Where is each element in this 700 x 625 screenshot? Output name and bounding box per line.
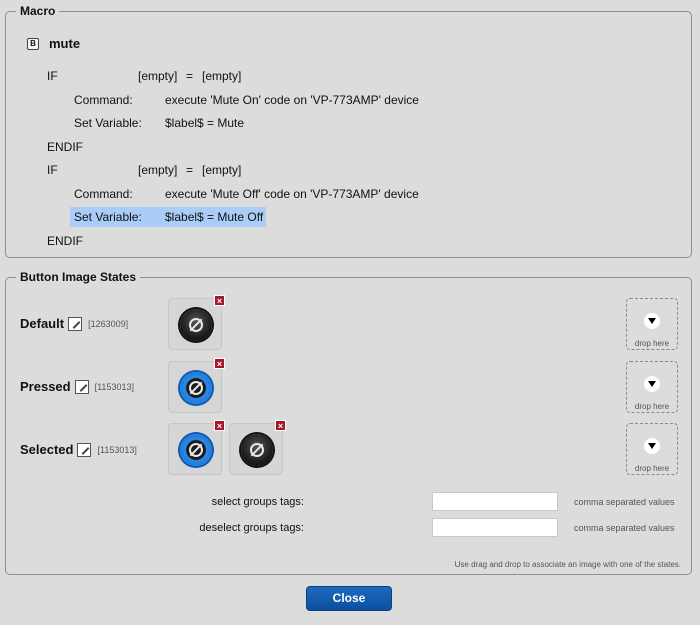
if-operand-right: [empty]	[202, 163, 242, 177]
state-default-image[interactable]: ×	[168, 295, 225, 350]
state-name: Default	[20, 316, 65, 331]
drop-zone-label: drop here	[634, 402, 670, 411]
if-operator: =	[186, 163, 194, 177]
state-image-id: [1153013]	[94, 381, 134, 392]
state-selected-image-2[interactable]: ×	[229, 420, 286, 475]
set-variable-keyword: Set Variable:	[74, 116, 142, 130]
select-groups-tags-input[interactable]	[432, 492, 558, 511]
chevron-down-icon	[644, 376, 660, 392]
macro-line-command-2[interactable]: Command: execute 'Mute Off' code on 'VP-…	[74, 186, 419, 202]
macro-line-endif-1[interactable]: ENDIF	[47, 139, 83, 155]
mute-button-image	[180, 309, 212, 341]
select-groups-tags-label: select groups tags:	[211, 495, 304, 508]
macro-line-if-2[interactable]: IF [empty] = [empty]	[47, 162, 241, 178]
state-name: Selected	[20, 442, 74, 457]
macro-line-set-variable-2-selected[interactable]: Set Variable: $label$ = Mute Off	[70, 207, 266, 227]
macro-line-endif-2[interactable]: ENDIF	[47, 233, 83, 249]
macro-line-if-1[interactable]: IF [empty] = [empty]	[47, 68, 241, 84]
macro-header: B mute	[27, 36, 80, 51]
state-pressed-drop-zone[interactable]: drop here	[626, 361, 678, 413]
mute-button-image	[180, 434, 212, 466]
set-variable-keyword: Set Variable:	[74, 210, 142, 224]
remove-image-icon[interactable]: ×	[214, 358, 225, 369]
remove-image-icon[interactable]: ×	[275, 420, 286, 431]
if-keyword: IF	[47, 163, 58, 177]
command-text: execute 'Mute Off' code on 'VP-773AMP' d…	[165, 187, 419, 201]
endif-keyword: ENDIF	[47, 234, 83, 248]
if-keyword: IF	[47, 69, 58, 83]
if-operand-right: [empty]	[202, 69, 242, 83]
state-default-label: Default [1263009]	[20, 316, 128, 331]
select-groups-tags-row: select groups tags: comma separated valu…	[178, 492, 675, 511]
if-operand-left: [empty]	[138, 163, 178, 177]
close-button[interactable]: Close	[306, 586, 392, 611]
if-operator: =	[186, 69, 194, 83]
chevron-down-icon	[644, 313, 660, 329]
state-image-id: [1263009]	[88, 318, 129, 329]
state-selected-drop-zone[interactable]: drop here	[626, 423, 678, 475]
macro-line-command-1[interactable]: Command: execute 'Mute On' code on 'VP-7…	[74, 92, 419, 108]
macro-panel: Macro B mute IF [empty] = [empty] Comman…	[5, 4, 692, 258]
states-legend: Button Image States	[16, 270, 141, 285]
command-keyword: Command:	[74, 187, 133, 201]
if-operand-left: [empty]	[138, 69, 178, 83]
macro-line-set-variable-1[interactable]: Set Variable: $label$ = Mute	[74, 115, 244, 131]
state-selected-label: Selected [1153013]	[20, 442, 137, 457]
mute-button-image	[241, 434, 273, 466]
deselect-groups-tags-input[interactable]	[432, 518, 558, 537]
drop-zone-label: drop here	[634, 339, 670, 348]
state-image-id: [1153013]	[97, 444, 137, 455]
select-tags-hint: comma separated values	[574, 496, 675, 507]
drop-zone-label: drop here	[634, 464, 670, 473]
deselect-tags-hint: comma separated values	[574, 522, 675, 533]
set-variable-text: $label$ = Mute	[165, 116, 245, 130]
remove-image-icon[interactable]: ×	[214, 420, 225, 431]
endif-keyword: ENDIF	[47, 140, 83, 154]
chevron-down-icon	[644, 438, 660, 454]
edit-image-icon[interactable]	[74, 379, 89, 394]
macro-name: mute	[49, 36, 81, 51]
set-variable-text: $label$ = Mute Off	[165, 210, 264, 224]
state-selected-image-1[interactable]: ×	[168, 420, 225, 475]
remove-image-icon[interactable]: ×	[214, 295, 225, 306]
edit-image-icon[interactable]	[77, 442, 92, 457]
mute-button-image	[180, 372, 212, 404]
edit-image-icon[interactable]	[68, 316, 83, 331]
macro-legend: Macro	[16, 4, 60, 19]
state-default-drop-zone[interactable]: drop here	[626, 298, 678, 350]
command-text: execute 'Mute On' code on 'VP-773AMP' de…	[165, 93, 419, 107]
macro-type-icon[interactable]: B	[27, 37, 39, 50]
command-keyword: Command:	[74, 93, 133, 107]
state-pressed-label: Pressed [1153013]	[20, 379, 134, 394]
state-pressed-image[interactable]: ×	[168, 358, 225, 413]
state-name: Pressed	[20, 379, 71, 394]
deselect-groups-tags-row: deselect groups tags: comma separated va…	[178, 518, 675, 537]
button-image-states-panel: Button Image States Default [1263009] × …	[5, 270, 692, 575]
deselect-groups-tags-label: deselect groups tags:	[199, 521, 304, 534]
drag-drop-note: Use drag and drop to associate an image …	[454, 560, 681, 569]
